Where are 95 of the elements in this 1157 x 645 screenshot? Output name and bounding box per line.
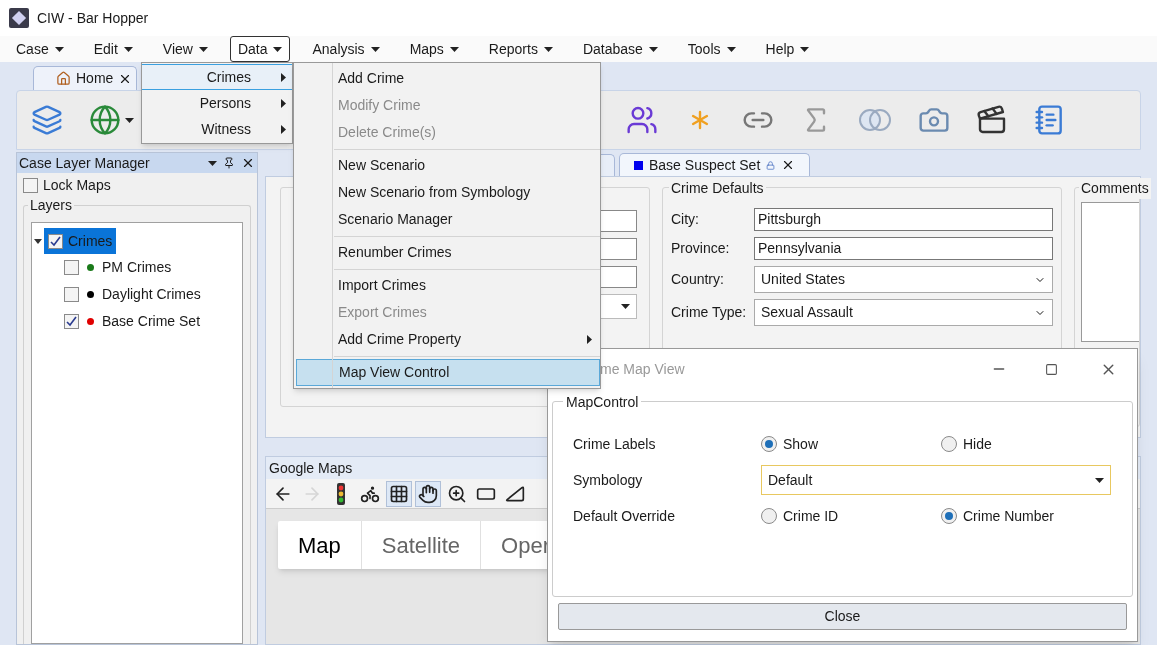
lock-icon [766,160,776,170]
radio-button[interactable] [761,508,777,524]
submenu-arrow-icon [281,124,286,134]
checkbox[interactable] [48,233,63,249]
menu-item[interactable]: Add Crime Property [296,326,600,353]
menu-item[interactable]: New Scenario [296,152,600,179]
radio-button[interactable] [941,508,957,524]
field-label: Province: [671,239,731,258]
menu-item[interactable]: View [154,36,216,62]
submenu-arrow-icon [281,72,286,82]
caret-icon [208,160,217,166]
menu-item[interactable]: Maps [401,36,467,62]
dropdown-field[interactable]: Default [761,465,1111,495]
menu-item[interactable]: Crimes [142,64,292,90]
caret-icon [621,304,630,309]
radio-button[interactable] [761,436,777,452]
radio-label: Show [783,434,819,454]
dropdown-field[interactable]: United States [754,266,1053,293]
tree-item[interactable]: Base Crime Set [102,311,201,332]
caret-icon [1095,477,1104,483]
text-field[interactable] [601,210,637,232]
caret-icon [370,46,380,52]
menu-item[interactable]: Add Crime [296,65,600,92]
checkbox[interactable] [64,260,79,275]
menu-item[interactable]: Reports [480,36,561,62]
close-icon[interactable] [241,156,255,170]
menu-item[interactable]: Map View Control [296,359,600,386]
dropdown-field[interactable]: Sexual Assault [754,299,1053,326]
expand-caret-icon[interactable] [34,237,42,245]
map-type-button[interactable]: Satellite [361,521,482,569]
field-label: Crime Type: [671,303,748,322]
home-tab[interactable]: Home [33,66,137,90]
menu-item[interactable]: Persons [142,90,292,116]
caret-icon [726,46,736,52]
radio-label: Crime ID [783,506,839,526]
tree-item[interactable]: PM Crimes [102,257,172,278]
radio-label: Hide [963,434,992,454]
caret-icon [273,46,283,52]
caret-icon [800,46,810,52]
field-label: Default Override [573,506,676,526]
caret-icon [449,46,459,52]
panel-title: Case Layer Manager [19,153,151,173]
menu-item[interactable]: Case [8,36,72,62]
submenu-arrow-icon [587,335,592,344]
menu-item[interactable]: Database [574,36,666,62]
menu-item[interactable]: Analysis [304,36,388,62]
menu-item[interactable]: Import Crimes [296,272,600,299]
caret-icon [54,46,64,52]
caret-icon [125,117,134,123]
menu-item[interactable]: Renumber Crimes [296,239,600,266]
caret-icon [198,46,208,52]
field-label: Crime Labels [573,434,657,454]
comments-field[interactable] [1081,202,1139,342]
tree-item[interactable]: Crimes [44,228,117,254]
field-label: Country: [671,270,725,289]
menu-item[interactable]: Scenario Manager [296,206,600,233]
document-tab[interactable]: Base Suspect Set [619,153,811,176]
menu-item[interactable]: Data [229,36,291,62]
text-field[interactable]: Pittsburgh [754,208,1053,231]
text-field[interactable] [601,238,637,260]
radio-button[interactable] [941,436,957,452]
caret-icon [543,46,553,52]
home-icon [56,71,71,86]
people-icon[interactable] [626,104,658,136]
window-title: CIW - Bar Hopper [37,8,149,28]
checkbox-label: Lock Maps [43,175,111,195]
checkbox[interactable] [23,177,38,193]
dropdown-field[interactable] [601,294,637,319]
text-field[interactable] [601,266,637,288]
menu-item[interactable]: Tools [679,36,744,62]
dialog-title: me Map View [600,359,686,379]
globe-icon[interactable] [89,104,121,136]
caret-icon [123,46,133,52]
app-logo-icon [9,8,29,28]
tree-item[interactable]: Daylight Crimes [102,284,201,305]
checkbox[interactable] [64,287,79,302]
radio-label: Crime Number [963,506,1054,526]
grid-overlay-icon[interactable] [386,480,412,507]
checkbox[interactable] [64,314,79,329]
hand-icon[interactable] [415,480,441,507]
close-button[interactable]: Close [558,603,1127,630]
caret-icon [648,46,658,52]
group-label: Comments [1079,178,1151,199]
text-field[interactable]: Pennsylvania [754,237,1053,260]
menu-item[interactable]: Witness [142,116,292,142]
map-type-button[interactable]: Map [278,521,362,569]
menu-item[interactable]: Edit [85,36,141,62]
maximize-icon[interactable] [1045,362,1058,376]
menu-item[interactable]: New Scenario from Symbology [296,179,600,206]
clapperboard-icon[interactable] [976,104,1008,136]
field-label: City: [671,210,700,229]
pin-icon[interactable] [223,157,235,169]
layers-icon[interactable] [31,104,63,136]
submenu-arrow-icon [281,98,286,108]
menu-item[interactable]: Help [757,36,818,62]
